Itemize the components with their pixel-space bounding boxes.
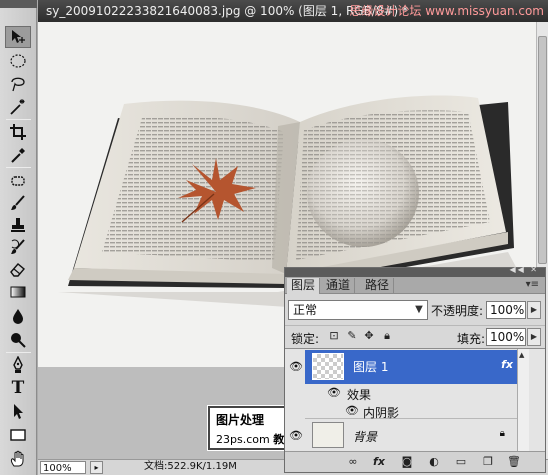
- marquee-tool-icon[interactable]: [5, 50, 31, 72]
- eraser-tool-icon[interactable]: [5, 258, 31, 280]
- panel-header[interactable]: ◀◀ ✕: [285, 265, 545, 277]
- adjustment-icon[interactable]: ◐: [426, 454, 442, 470]
- zoom-field[interactable]: 100%: [40, 461, 86, 474]
- background-lock-icon: 🔒︎: [499, 428, 505, 439]
- new-layer-icon[interactable]: ❐: [480, 454, 496, 470]
- tab-channels[interactable]: 通道: [322, 278, 356, 294]
- lock-label: 锁定:: [291, 332, 320, 346]
- effects-row[interactable]: 👁︎ 效果: [305, 385, 517, 402]
- magic-wand-tool-icon[interactable]: [5, 96, 31, 118]
- fx-icon[interactable]: fx: [371, 454, 387, 470]
- watermark-text: 思缘设计论坛 www.missyuan.com: [349, 4, 544, 18]
- type-tool-icon[interactable]: T: [5, 377, 31, 399]
- document-title-bar[interactable]: sy_20091022233821640083.jpg @ 100% (图层 1…: [38, 0, 548, 22]
- inner-shadow-row[interactable]: 👁︎ 内阴影: [305, 403, 517, 420]
- fill-label: 填充:: [457, 332, 486, 346]
- background-eye-icon[interactable]: 👁︎: [289, 429, 303, 443]
- group-icon[interactable]: ▭: [453, 454, 469, 470]
- lock-all-icon[interactable]: 🔒︎: [381, 330, 393, 342]
- mask-icon[interactable]: ◙: [399, 454, 415, 470]
- hand-tool-icon[interactable]: [5, 448, 31, 470]
- scrollbar-thumb[interactable]: [538, 36, 547, 264]
- rectangle-tool-icon[interactable]: [5, 424, 31, 446]
- history-brush-tool-icon[interactable]: [5, 236, 31, 258]
- layer-list-scrollbar[interactable]: ▲: [517, 349, 529, 452]
- trash-icon[interactable]: 🗑︎: [506, 454, 522, 470]
- path-selection-tool-icon[interactable]: [5, 400, 31, 422]
- gradient-tool-icon[interactable]: [5, 281, 31, 303]
- lock-row: 锁定: ⊡ ✎ ✥ 🔒︎ 填充: 100% ▶: [285, 325, 545, 347]
- visibility-eye-icon[interactable]: 👁︎: [289, 360, 303, 374]
- inner-shadow-label: 内阴影: [363, 406, 400, 420]
- link-icon[interactable]: ∞: [345, 454, 361, 470]
- chevron-down-icon: ▼: [415, 304, 423, 315]
- layer-thumbnail: [312, 353, 344, 380]
- lasso-tool-icon[interactable]: [5, 73, 31, 95]
- eyedropper-tool-icon[interactable]: [5, 144, 31, 166]
- tab-paths[interactable]: 路径: [361, 278, 395, 294]
- blend-mode-select[interactable]: 正常 ▼: [288, 300, 428, 320]
- tab-layers[interactable]: 图层: [287, 278, 321, 294]
- layer-row-selected[interactable]: 图层 1 fx: [305, 350, 517, 384]
- lock-transparency-icon[interactable]: ⊡: [328, 330, 340, 342]
- blend-mode-value: 正常: [293, 303, 318, 317]
- move-tool-icon[interactable]: [5, 26, 31, 48]
- fill-input[interactable]: 100%: [486, 328, 526, 346]
- layer-list: 👁︎ 图层 1 fx ▲ 👁︎ 效果 👁︎ 内阴影 👁︎ 背景 🔒︎: [285, 348, 545, 452]
- effects-label: 效果: [347, 388, 372, 402]
- inner-shadow-eye-icon[interactable]: 👁︎: [345, 404, 359, 417]
- lock-pixels-icon[interactable]: ✎: [346, 330, 358, 342]
- opacity-arrow-icon[interactable]: ▶: [527, 301, 541, 319]
- effects-eye-icon[interactable]: 👁︎: [327, 386, 341, 399]
- healing-brush-tool-icon[interactable]: [5, 170, 31, 192]
- fill-arrow-icon[interactable]: ▶: [527, 328, 541, 346]
- blur-tool-icon[interactable]: [5, 305, 31, 327]
- opacity-input[interactable]: 100%: [486, 301, 526, 319]
- panel-footer: ∞ fx ◙ ◐ ▭ ❐ 🗑︎: [285, 451, 545, 472]
- brush-tool-icon[interactable]: [5, 192, 31, 214]
- panel-menu-icon[interactable]: ▾≡: [526, 279, 539, 290]
- pen-tool-icon[interactable]: [5, 354, 31, 376]
- layer-name: 图层 1: [353, 360, 389, 374]
- background-layer-name: 背景: [353, 430, 378, 444]
- crop-tool-icon[interactable]: [5, 121, 31, 143]
- blend-row: 正常 ▼ 不透明度: 100% ▶: [285, 298, 545, 322]
- toolbox: T: [0, 0, 37, 475]
- stamp-site: 23ps.com: [216, 433, 270, 446]
- opacity-label: 不透明度:: [431, 304, 484, 318]
- layer-row-background[interactable]: 背景 🔒︎: [305, 420, 517, 452]
- lock-position-icon[interactable]: ✥: [363, 330, 375, 342]
- clone-stamp-tool-icon[interactable]: [5, 214, 31, 236]
- document-size-info: 文档:522.9K/1.19M: [144, 461, 237, 472]
- scroll-up-icon[interactable]: ▲: [519, 351, 524, 359]
- status-info-icon[interactable]: ▸: [90, 461, 103, 474]
- dodge-tool-icon[interactable]: [5, 329, 31, 351]
- toolbox-grip[interactable]: [0, 0, 37, 8]
- layer-fx-icon[interactable]: fx: [501, 358, 513, 371]
- collapse-icon[interactable]: ◀◀ ✕: [509, 265, 539, 274]
- panel-tabs: 图层 通道 路径 ▾≡: [285, 277, 545, 294]
- background-thumbnail: [312, 422, 344, 448]
- layers-panel: ◀◀ ✕ 图层 通道 路径 ▾≡ 正常 ▼ 不透明度: 100% ▶ 锁定: ⊡…: [284, 265, 546, 473]
